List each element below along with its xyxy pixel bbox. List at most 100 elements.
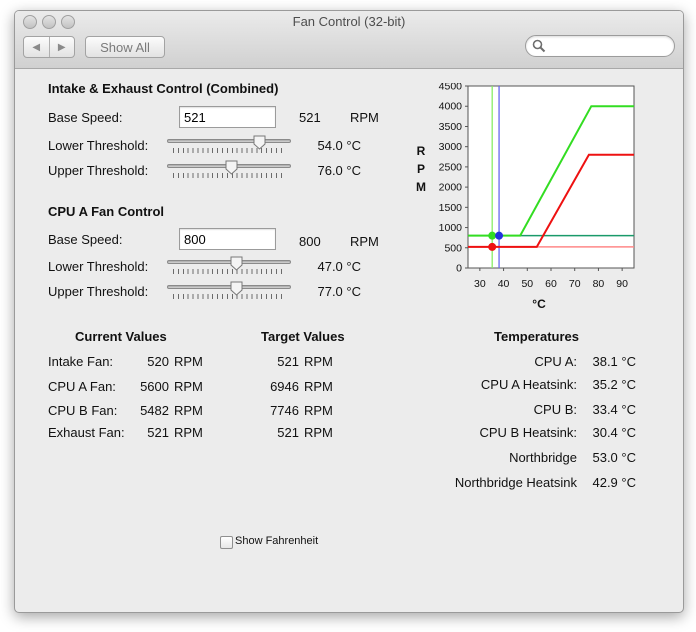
current-row-value: 5600 [140, 379, 169, 394]
cpu-a-upper-threshold-value: 77.0 °C [317, 284, 361, 299]
cpu-a-base-speed-label: Base Speed: [48, 232, 123, 247]
temperature-marker [488, 231, 497, 240]
x-tick-label: 30 [474, 278, 486, 290]
y-axis-label: M [416, 180, 426, 194]
x-tick-label: 60 [545, 278, 557, 290]
x-tick-label: 70 [569, 278, 581, 290]
current-row-label: CPU A Fan: [48, 379, 116, 394]
temperature-label: CPU A: [534, 354, 577, 369]
temperature-marker [488, 242, 497, 251]
combined-lower-threshold-slider[interactable] [167, 135, 291, 155]
y-tick-label: 0 [456, 263, 462, 275]
combined-base-speed-label: Base Speed: [48, 110, 123, 125]
target-row-value: 521 [277, 425, 299, 440]
y-tick-label: 500 [444, 242, 462, 254]
target-row-value: 7746 [270, 403, 299, 418]
cpu-a-section-title: CPU A Fan Control [48, 204, 165, 219]
combined-base-speed-input[interactable] [179, 106, 276, 128]
current-row-unit: RPM [174, 403, 203, 418]
temperature-value: 33.4 °C [592, 402, 636, 417]
temperature-marker [495, 231, 504, 240]
cpu-a-lower-threshold-value: 47.0 °C [317, 259, 361, 274]
temperature-value: 30.4 °C [592, 425, 636, 440]
x-tick-label: 80 [593, 278, 605, 290]
combined-section-title: Intake & Exhaust Control (Combined) [48, 81, 279, 96]
target-row-value: 521 [277, 354, 299, 369]
temperature-label: Northbridge [509, 450, 577, 465]
current-row-value: 520 [147, 354, 169, 369]
target-row-unit: RPM [304, 379, 333, 394]
search-icon [532, 39, 546, 53]
combined-upper-threshold-label: Upper Threshold: [48, 163, 149, 178]
x-axis-label: °C [532, 297, 546, 311]
y-axis-label: P [417, 162, 425, 176]
combined-base-speed-display: 521 [299, 110, 321, 125]
cpu-a-base-speed-unit: RPM [350, 234, 379, 249]
current-row-unit: RPM [174, 379, 203, 394]
current-row-label: CPU B Fan: [48, 403, 118, 418]
current-row-label: Exhaust Fan: [48, 425, 125, 440]
search-field[interactable] [525, 35, 675, 57]
cpu-a-lower-threshold-label: Lower Threshold: [48, 259, 149, 274]
current-row-label: Intake Fan: [48, 354, 114, 369]
temperature-value: 53.0 °C [592, 450, 636, 465]
slider-knob[interactable] [225, 160, 238, 175]
slider-ticks [173, 148, 285, 153]
back-button[interactable]: ◀ [24, 37, 49, 57]
temperature-value: 35.2 °C [592, 377, 636, 392]
temperature-label: CPU B Heatsink: [479, 425, 577, 440]
temperatures-header: Temperatures [494, 329, 580, 344]
target-values-header: Target Values [261, 329, 345, 344]
temperature-label: CPU B: [533, 402, 577, 417]
cpu-a-upper-threshold-label: Upper Threshold: [48, 284, 149, 299]
title-bar: Fan Control (32-bit) ◀ ▶ Show All [15, 11, 683, 69]
temperature-label: CPU A Heatsink: [480, 377, 577, 392]
y-tick-label: 1500 [439, 202, 463, 214]
y-tick-label: 3500 [439, 121, 463, 133]
fan-curve-chart: 0 500 1000 1500 2000 2500 3000 3500 4000 4500 30 40… [416, 83, 635, 311]
search-input[interactable] [550, 38, 666, 53]
app-window: Fan Control (32-bit) ◀ ▶ Show All Intake… [14, 10, 684, 613]
current-row-unit: RPM [174, 354, 203, 369]
target-row-value: 6946 [270, 379, 299, 394]
temperature-label: Northbridge Heatsink [454, 475, 577, 490]
y-tick-label: 4000 [439, 101, 463, 113]
temperature-value: 38.1 °C [592, 354, 636, 369]
chart-plot-area [467, 85, 635, 269]
show-fahrenheit-label[interactable]: Show Fahrenheit [235, 535, 318, 547]
cpu-a-base-speed-display: 800 [299, 234, 321, 249]
show-all-button[interactable]: Show All [85, 36, 165, 58]
y-tick-label: 4500 [439, 83, 463, 93]
combined-lower-threshold-value: 54.0 °C [317, 138, 361, 153]
cpu-a-upper-threshold-slider[interactable] [167, 281, 291, 301]
current-row-value: 5482 [140, 403, 169, 418]
combined-upper-threshold-slider[interactable] [167, 160, 291, 180]
target-row-unit: RPM [304, 425, 333, 440]
combined-lower-threshold-label: Lower Threshold: [48, 138, 149, 153]
x-tick-label: 90 [616, 278, 628, 290]
combined-upper-threshold-value: 76.0 °C [317, 163, 361, 178]
target-row-unit: RPM [304, 354, 333, 369]
forward-button[interactable]: ▶ [48, 37, 75, 57]
current-values-header: Current Values [75, 329, 167, 344]
cpu-a-base-speed-input[interactable] [179, 228, 276, 250]
current-row-unit: RPM [174, 425, 203, 440]
cpu-a-lower-threshold-slider[interactable] [167, 256, 291, 276]
target-row-unit: RPM [304, 403, 333, 418]
x-tick-label: 40 [498, 278, 510, 290]
slider-knob[interactable] [230, 256, 243, 271]
y-tick-label: 3000 [439, 141, 463, 153]
show-fahrenheit-checkbox[interactable] [220, 536, 233, 549]
y-tick-label: 2000 [439, 182, 463, 194]
slider-knob[interactable] [230, 281, 243, 296]
window-title: Fan Control (32-bit) [292, 14, 406, 29]
y-tick-label: 2500 [439, 161, 463, 173]
y-axis-label: R [417, 144, 426, 158]
temperature-value: 42.9 °C [592, 475, 636, 490]
y-tick-label: 1000 [439, 222, 463, 234]
current-row-value: 521 [147, 425, 169, 440]
slider-knob[interactable] [253, 135, 266, 150]
combined-base-speed-unit: RPM [350, 110, 379, 125]
x-tick-label: 50 [521, 278, 533, 290]
nav-button-group: ◀ ▶ [23, 36, 75, 58]
